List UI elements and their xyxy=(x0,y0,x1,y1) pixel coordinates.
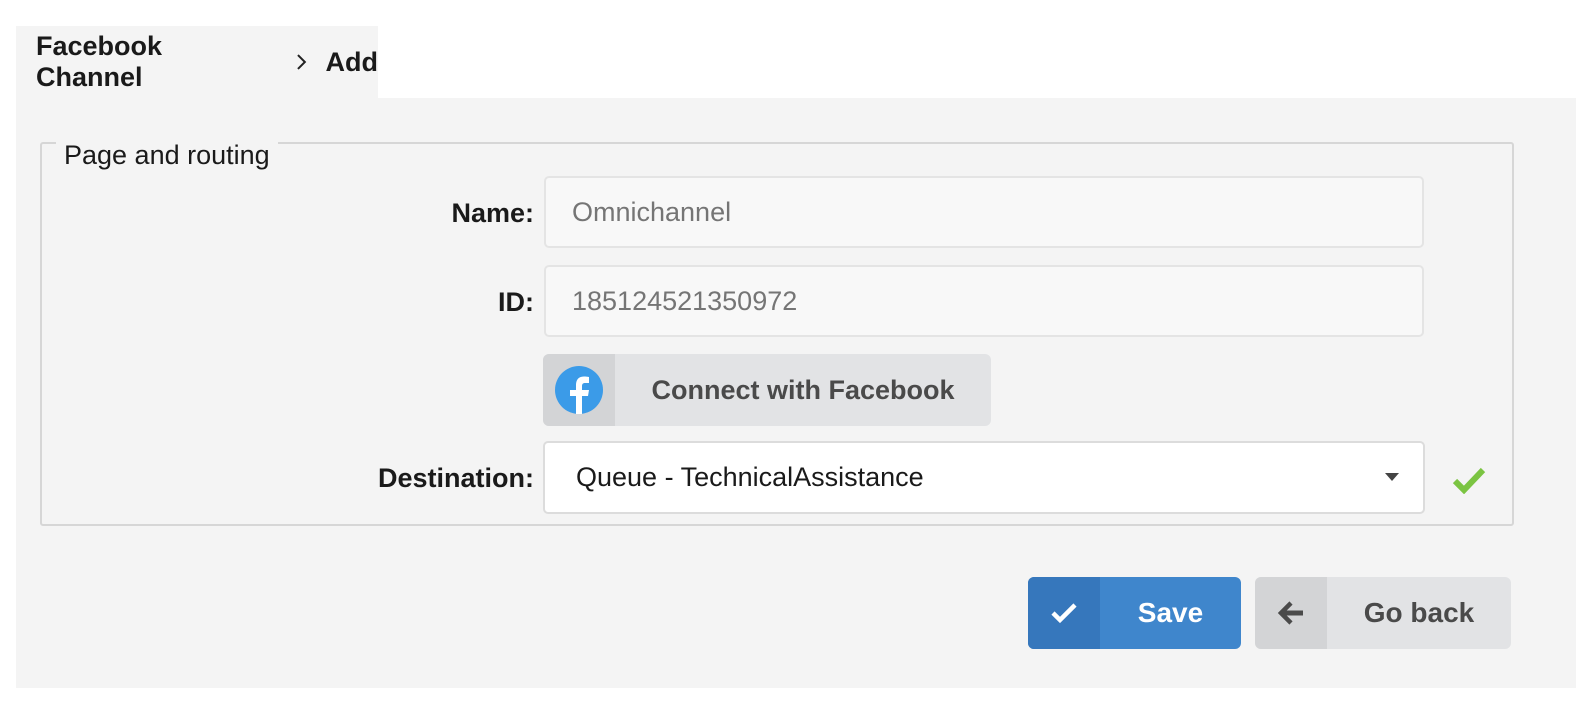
name-input[interactable] xyxy=(544,176,1424,248)
destination-value: Queue - TechnicalAssistance xyxy=(576,462,924,492)
check-icon xyxy=(1452,467,1486,494)
check-icon xyxy=(1051,603,1077,624)
save-icon-box xyxy=(1028,577,1100,649)
connect-facebook-label: Connect with Facebook xyxy=(651,374,955,405)
save-label: Save xyxy=(1137,597,1204,628)
chevron-right-icon xyxy=(296,54,306,70)
save-button[interactable]: Save xyxy=(1028,577,1241,649)
facebook-icon xyxy=(555,366,603,414)
id-input[interactable] xyxy=(544,265,1424,337)
back-icon-box xyxy=(1255,577,1327,649)
breadcrumb-current: Add xyxy=(325,46,378,77)
destination-label: Destination: xyxy=(377,463,534,493)
id-label: ID: xyxy=(498,287,534,317)
go-back-label: Go back xyxy=(1363,597,1475,628)
main-panel: Page and routing Name: ID: Connect with … xyxy=(16,98,1576,688)
connect-facebook-button[interactable]: Connect with Facebook xyxy=(543,354,991,426)
go-back-button[interactable]: Go back xyxy=(1255,577,1511,649)
name-label: Name: xyxy=(451,198,534,228)
arrow-left-icon xyxy=(1277,601,1303,625)
facebook-icon-box xyxy=(543,354,615,426)
destination-select[interactable]: Queue - TechnicalAssistance xyxy=(543,441,1425,514)
caret-down-icon xyxy=(1385,473,1399,481)
breadcrumb-parent[interactable]: Facebook Channel xyxy=(36,31,274,93)
breadcrumb: Facebook Channel Add xyxy=(16,26,378,98)
section-title: Page and routing xyxy=(56,140,278,170)
